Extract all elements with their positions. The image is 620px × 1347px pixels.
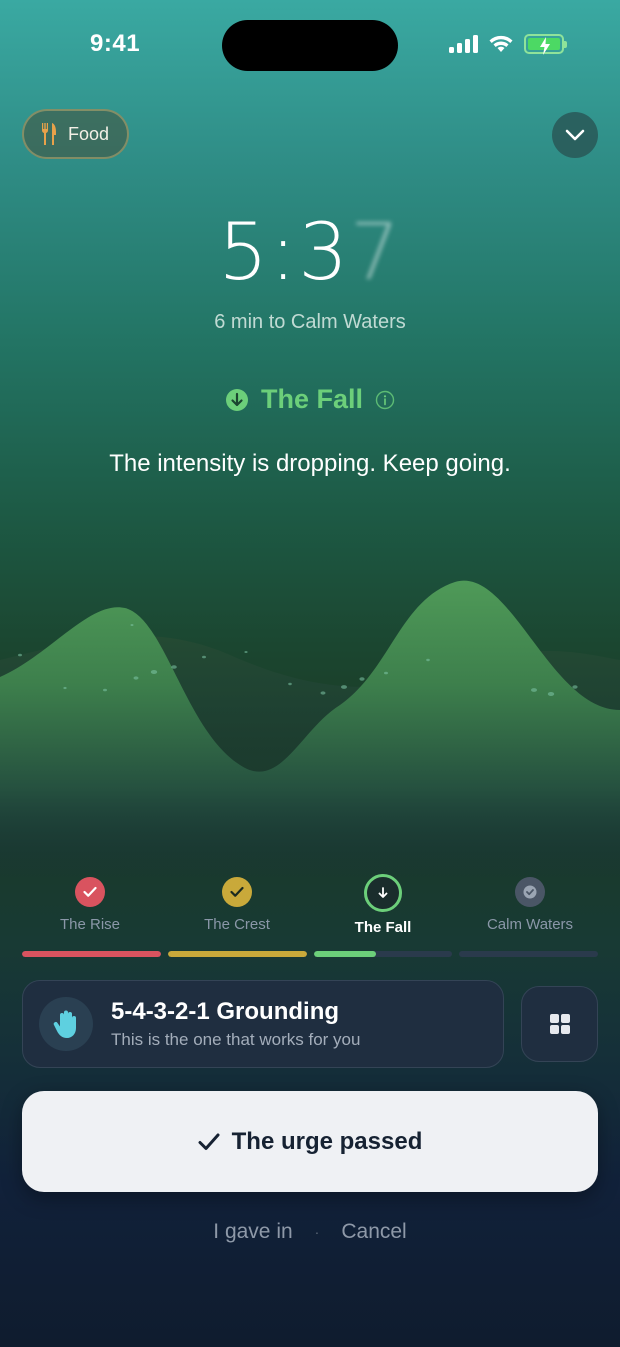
phase-step-the-fall[interactable]: The Fall (313, 872, 453, 936)
technique-card[interactable]: 5-4-3-2-1 Grounding This is the one that… (22, 980, 504, 1068)
technique-title: 5-4-3-2-1 Grounding (111, 998, 340, 1025)
progress-segment-fall (313, 951, 453, 957)
urge-surfing-screen: 9:41 Food 5:37 6 min to Calm Waters The … (0, 0, 620, 1347)
phase-step-calm-waters[interactable]: Calm Waters (460, 872, 600, 933)
progress-segment-rise (22, 951, 161, 957)
technique-text: 5-4-3-2-1 Grounding This is the one that… (111, 998, 360, 1050)
phase-tracker: The Rise The Crest The Fall Calm Waters (22, 872, 598, 962)
timer-seconds-ones: 7 (349, 208, 402, 298)
cellular-signal-icon (449, 35, 478, 53)
countdown-timer: 5:37 (0, 208, 620, 298)
status-time: 9:41 (90, 30, 141, 57)
separator-dot: · (314, 1224, 320, 1240)
phase-heading: The Fall (0, 384, 620, 415)
phase-step-the-rise[interactable]: The Rise (20, 872, 160, 933)
dynamic-island (222, 20, 398, 71)
grid-icon (549, 1014, 570, 1034)
phase-step-label: Calm Waters (486, 916, 574, 933)
status-icons (449, 34, 567, 55)
phase-title: The Fall (260, 384, 363, 414)
arrow-down-icon (364, 874, 402, 912)
info-icon[interactable] (375, 390, 395, 410)
phase-step-the-crest[interactable]: The Crest (167, 872, 307, 933)
status-bar: 9:41 (0, 0, 620, 92)
urge-passed-label: The urge passed (231, 1127, 423, 1155)
techniques-grid-button[interactable] (521, 986, 598, 1062)
phase-step-label: The Fall (354, 919, 412, 936)
checkmark-icon (198, 1133, 220, 1150)
technique-subtitle: This is the one that works for you (111, 1030, 361, 1049)
progress-segment-calm (459, 951, 598, 957)
phase-progress-bar (22, 951, 598, 957)
category-chip[interactable]: Food (22, 109, 130, 159)
time-to-calm: 6 min to Calm Waters (214, 311, 406, 333)
phase-step-label: The Rise (59, 916, 121, 933)
progress-segment-crest (167, 951, 307, 957)
fork-knife-icon (41, 123, 56, 145)
hand-icon (39, 997, 93, 1051)
check-circle-icon (515, 877, 545, 907)
cancel-link[interactable]: Cancel (341, 1220, 406, 1244)
phase-message: The intensity is dropping. Keep going. (109, 450, 511, 477)
timer-minutes: 5 (218, 208, 271, 298)
chevron-down-icon (565, 129, 585, 141)
phase-step-label: The Crest (204, 916, 270, 933)
category-label: Food (68, 123, 110, 144)
wifi-icon (489, 35, 513, 52)
gave-in-link[interactable]: I gave in (213, 1220, 292, 1244)
battery-icon (524, 34, 567, 55)
urge-passed-button[interactable]: The urge passed (22, 1091, 598, 1192)
timer-separator: : (270, 208, 299, 298)
wave-illustration (0, 580, 620, 880)
collapse-button[interactable] (552, 112, 598, 158)
secondary-actions: I gave in · Cancel (0, 1220, 620, 1244)
arrow-down-circle-icon (225, 388, 248, 411)
timer-seconds-tens: 3 (298, 208, 350, 298)
check-icon (222, 877, 252, 907)
check-icon (75, 877, 105, 907)
